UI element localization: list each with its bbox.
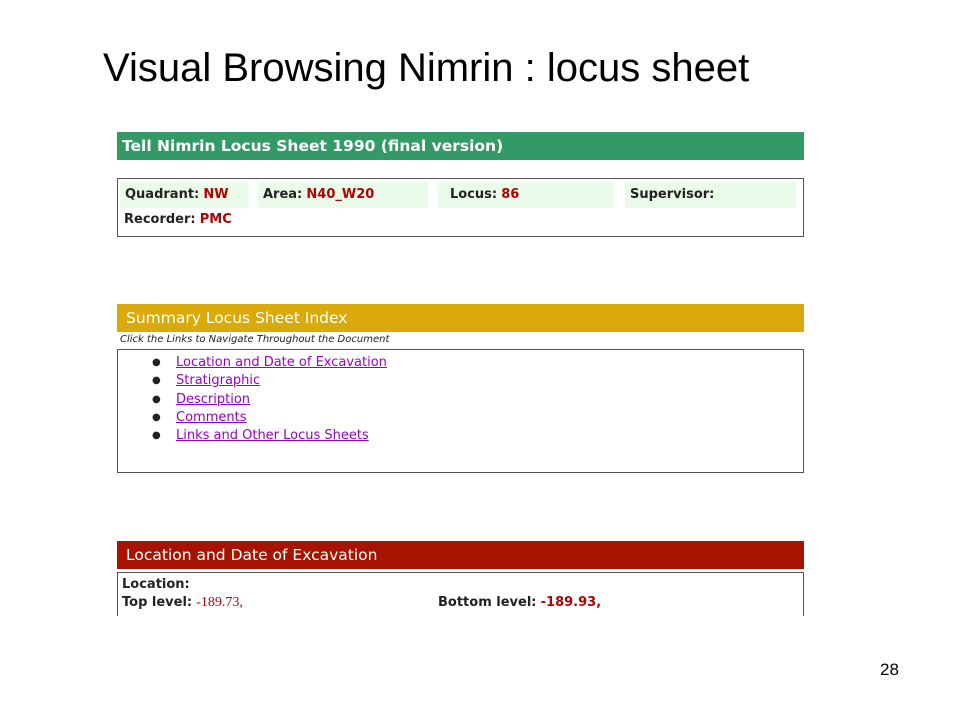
index-hint: Click the Links to Navigate Throughout t…: [120, 334, 390, 345]
locus-field: Locus: 86: [438, 182, 614, 208]
area-label: Area:: [263, 187, 303, 202]
quadrant-field: Quadrant: NW: [120, 182, 249, 208]
bullet-icon: ●: [152, 411, 161, 423]
bottom-level-field: Bottom level: -189.93,: [438, 594, 601, 612]
link-comments[interactable]: Comments: [176, 410, 246, 425]
index-link-list: ● Location and Date of Excavation ● Strati…: [152, 354, 387, 445]
list-item: ● Comments: [152, 409, 387, 427]
top-level-value: -189.73,: [196, 595, 243, 610]
locus-sheet-screenshot: Tell Nimrin Locus Sheet 1990 (final vers…: [117, 131, 807, 616]
bullet-icon: ●: [152, 357, 161, 368]
list-item: ● Stratigraphic: [152, 372, 387, 390]
link-stratigraphic[interactable]: Stratigraphic: [176, 373, 260, 388]
recorder-value: PMC: [199, 212, 232, 227]
index-header: Summary Locus Sheet Index: [117, 304, 804, 332]
link-other-locus-sheets[interactable]: Links and Other Locus Sheets: [176, 428, 369, 443]
recorder-label: Recorder:: [124, 212, 196, 227]
locus-sheet-header: Tell Nimrin Locus Sheet 1990 (final vers…: [117, 132, 804, 160]
location-label: Location:: [122, 577, 190, 592]
top-level-field: Top level: -189.73,: [122, 594, 243, 612]
location-header: Location and Date of Excavation: [117, 541, 804, 569]
locus-fields-box: Quadrant: NW Area: N40_W20 Locus: 86 Sup…: [117, 178, 804, 237]
list-item: ● Description: [152, 391, 387, 409]
slide-title: Visual Browsing Nimrin : locus sheet: [103, 46, 750, 90]
link-description[interactable]: Description: [176, 392, 250, 407]
quadrant-label: Quadrant:: [125, 187, 200, 202]
location-box: Location: Top level: -189.73, Bottom lev…: [117, 572, 804, 616]
area-value: N40_W20: [306, 187, 375, 202]
supervisor-label: Supervisor:: [630, 187, 715, 202]
bullet-icon: ●: [152, 393, 161, 405]
locus-label: Locus:: [450, 187, 498, 202]
locus-value: 86: [501, 187, 520, 202]
list-item: ● Links and Other Locus Sheets: [152, 427, 387, 445]
bullet-icon: ●: [152, 430, 161, 442]
top-level-label: Top level:: [122, 595, 193, 610]
supervisor-field: Supervisor:: [625, 182, 796, 208]
bullet-icon: ●: [152, 375, 161, 387]
bottom-level-label: Bottom level:: [438, 595, 537, 610]
bottom-level-value: -189.93,: [540, 595, 602, 610]
list-item: ● Location and Date of Excavation: [152, 354, 387, 372]
quadrant-value: NW: [203, 187, 229, 202]
link-location-date[interactable]: Location and Date of Excavation: [176, 355, 387, 370]
area-field: Area: N40_W20: [258, 182, 428, 208]
recorder-field: Recorder: PMC: [124, 210, 232, 230]
page-number: 28: [880, 660, 899, 679]
index-box: ● Location and Date of Excavation ● Strati…: [117, 349, 804, 473]
